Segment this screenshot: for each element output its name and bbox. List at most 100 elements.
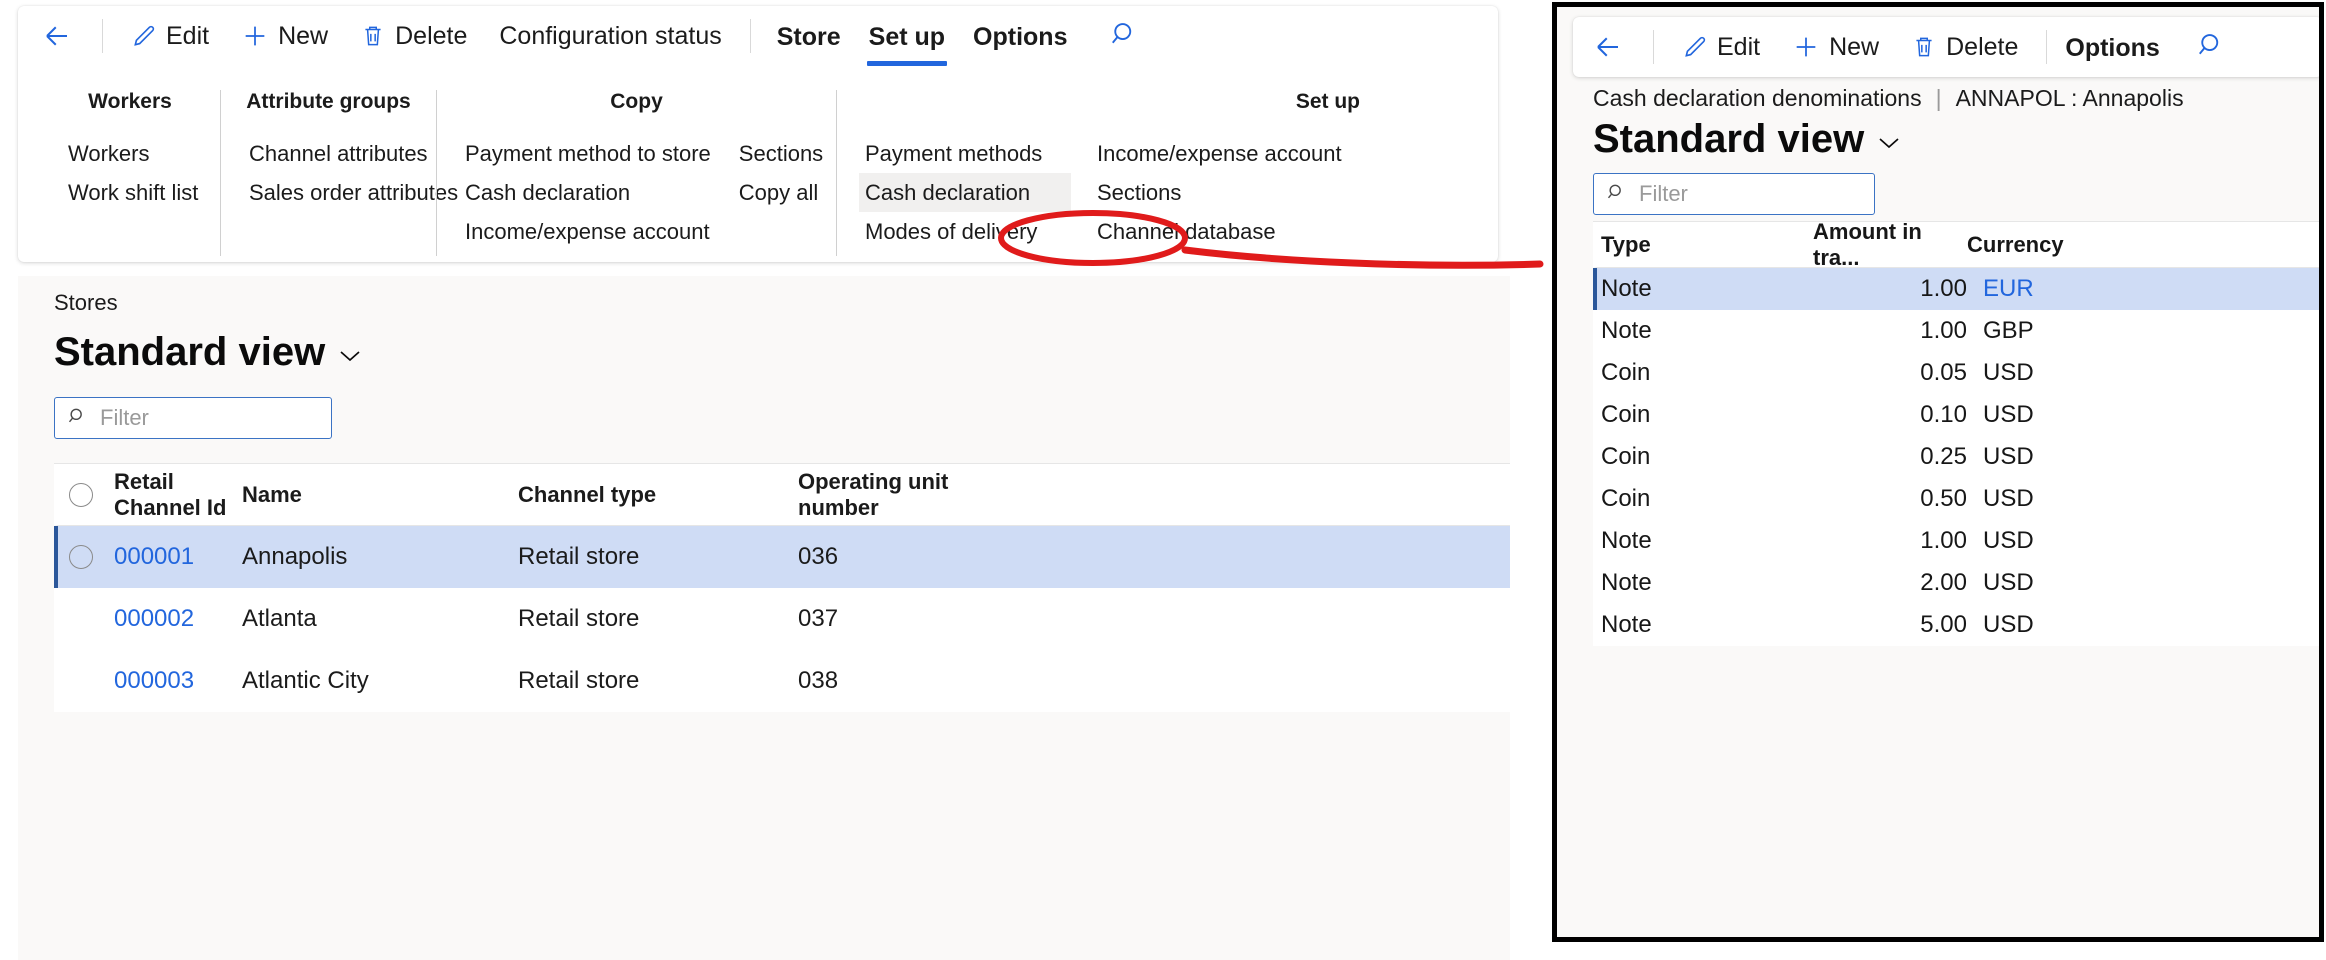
table-row[interactable]: Coin 0.05 USD (1593, 352, 2323, 394)
ribbon-group-copy: Copy Payment method to store Cash declar… (436, 90, 836, 256)
ribbon-item-channel-attributes[interactable]: Channel attributes (243, 134, 464, 173)
search-button[interactable] (1109, 19, 1139, 54)
cell-retail-channel-id[interactable]: 000003 (114, 667, 242, 695)
table-row[interactable]: Note 1.00 EUR (1593, 268, 2323, 310)
breadcrumb-context: ANNAPOL : Annapolis (1956, 85, 2184, 112)
table-row[interactable]: 000003 Atlantic City Retail store 038 (54, 650, 1510, 712)
select-all-cell[interactable] (58, 483, 114, 507)
ribbon-group-set-up: Set up Payment methods Cash declaration … (836, 90, 1396, 256)
tab-set-up-label: Set up (869, 23, 945, 51)
popup-toolbar-divider-2 (2046, 30, 2047, 64)
cell-amount: 0.05 (1813, 359, 1983, 387)
column-header-name[interactable]: Name (242, 482, 518, 508)
cell-retail-channel-id[interactable]: 000001 (114, 543, 242, 571)
cell-currency: USD (1983, 359, 2133, 387)
row-select-radio[interactable] (69, 545, 93, 569)
tab-options[interactable]: Options (959, 17, 1081, 56)
action-pane: Edit New Delete Configuration status Sto… (18, 6, 1498, 262)
denominations-filter[interactable] (1593, 173, 1875, 215)
ribbon-item-payment-method-to-store[interactable]: Payment method to store (459, 134, 717, 173)
ribbon-item-income-expense-account[interactable]: Income/expense account (1091, 134, 1348, 173)
table-row[interactable]: Note 2.00 USD (1593, 562, 2323, 604)
table-row[interactable]: 000001 Annapolis Retail store 036 (54, 526, 1510, 588)
back-button[interactable] (40, 17, 90, 55)
table-row[interactable]: Coin 0.10 USD (1593, 394, 2323, 436)
cell-amount: 0.10 (1813, 401, 1983, 429)
ribbon-item-cash-declaration[interactable]: Cash declaration (859, 173, 1071, 212)
cell-type: Coin (1601, 443, 1813, 471)
ribbon-group-workers: Workers Workers Work shift list (40, 90, 220, 256)
cell-name: Atlantic City (242, 667, 518, 695)
main-application-window: Edit New Delete Configuration status Sto… (0, 0, 1510, 960)
cell-channel-type: Retail store (518, 543, 798, 571)
ribbon-item-channel-database[interactable]: Channel database (1091, 212, 1348, 251)
column-header-type[interactable]: Type (1601, 232, 1813, 258)
cell-currency: USD (1983, 611, 2133, 639)
delete-button-label: Delete (395, 24, 467, 49)
popup-delete-button[interactable]: Delete (1895, 30, 2034, 64)
popup-edit-button[interactable]: Edit (1666, 30, 1776, 64)
new-button-label: New (278, 24, 328, 49)
table-row[interactable]: 000002 Atlanta Retail store 037 (54, 588, 1510, 650)
table-row[interactable]: Note 1.00 GBP (1593, 310, 2323, 352)
stores-filter[interactable] (54, 397, 332, 439)
ribbon-item-work-shift-list[interactable]: Work shift list (62, 173, 204, 212)
popup-options-button[interactable]: Options (2059, 28, 2173, 67)
ribbon-item-copy-all[interactable]: Copy all (733, 173, 829, 212)
table-row[interactable]: Note 5.00 USD (1593, 604, 2323, 646)
ribbon-item-copy-cash-declaration[interactable]: Cash declaration (459, 173, 717, 212)
ribbon-item-sales-order-attributes[interactable]: Sales order attributes (243, 173, 464, 212)
table-row[interactable]: Note 1.00 USD (1593, 520, 2323, 562)
cell-currency[interactable]: EUR (1983, 275, 2133, 303)
tab-options-label: Options (973, 23, 1067, 51)
ribbon-item-payment-methods[interactable]: Payment methods (859, 134, 1071, 173)
popup-search-button[interactable] (2196, 30, 2226, 65)
chevron-down-icon (1876, 126, 1902, 157)
stores-page: Stores Standard view Retail Channel Id N… (18, 276, 1510, 960)
cell-type: Note (1601, 611, 1813, 639)
column-header-retail-channel-id[interactable]: Retail Channel Id (114, 469, 242, 521)
ribbon-item-sections[interactable]: Sections (1091, 173, 1348, 212)
cell-type: Coin (1601, 485, 1813, 513)
tab-store[interactable]: Store (763, 17, 855, 56)
column-header-currency[interactable]: Currency (1967, 232, 2117, 258)
ribbon-item-workers[interactable]: Workers (62, 134, 204, 173)
tab-set-up[interactable]: Set up (855, 17, 959, 56)
search-icon (1606, 182, 1626, 207)
stores-filter-input[interactable] (98, 404, 319, 432)
cell-type: Note (1601, 275, 1813, 303)
cell-type: Coin (1601, 401, 1813, 429)
stores-grid: Retail Channel Id Name Channel type Oper… (54, 463, 1510, 712)
cell-currency: GBP (1983, 317, 2133, 345)
select-all-radio[interactable] (69, 483, 93, 507)
stores-grid-header: Retail Channel Id Name Channel type Oper… (54, 464, 1510, 526)
ribbon-item-copy-sections[interactable]: Sections (733, 134, 829, 173)
popup-new-button[interactable]: New (1776, 29, 1895, 65)
popup-toolbar-divider-1 (1653, 30, 1654, 64)
popup-view-selector[interactable]: Standard view (1593, 117, 1902, 162)
column-header-amount-in-transaction-currency[interactable]: Amount in tra... (1813, 219, 1967, 271)
denominations-filter-input[interactable] (1637, 180, 1862, 208)
ribbon-item-modes-of-delivery[interactable]: Modes of delivery (859, 212, 1071, 251)
new-button[interactable]: New (225, 18, 344, 54)
table-row[interactable]: Coin 0.50 USD (1593, 478, 2323, 520)
denominations-grid: Type Amount in tra... Currency Note 1.00… (1593, 221, 2323, 646)
cell-channel-type: Retail store (518, 605, 798, 633)
column-header-operating-unit-number[interactable]: Operating unit number (798, 469, 1038, 521)
ribbon-item-copy-income-expense-account[interactable]: Income/expense account (459, 212, 717, 251)
cell-type: Note (1601, 569, 1813, 597)
configuration-status-button[interactable]: Configuration status (483, 20, 737, 53)
search-icon (1109, 19, 1139, 54)
column-header-channel-type[interactable]: Channel type (518, 482, 798, 508)
view-selector[interactable]: Standard view (18, 316, 363, 375)
edit-button[interactable]: Edit (115, 19, 225, 53)
ribbon-group-copy-title: Copy (459, 90, 814, 114)
cell-retail-channel-id[interactable]: 000002 (114, 605, 242, 633)
cell-name: Annapolis (242, 543, 518, 571)
delete-button[interactable]: Delete (344, 19, 483, 53)
popup-view-selector-label: Standard view (1593, 117, 1864, 162)
row-select-cell[interactable] (58, 545, 114, 569)
toolbar-divider-2 (750, 19, 751, 53)
popup-back-button[interactable] (1591, 28, 1641, 66)
table-row[interactable]: Coin 0.25 USD (1593, 436, 2323, 478)
